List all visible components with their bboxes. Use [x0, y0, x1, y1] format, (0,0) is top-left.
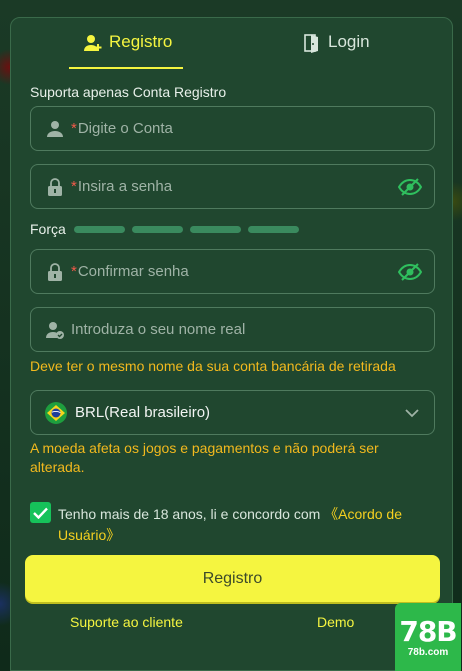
support-note: Suporta apenas Conta Registro [30, 84, 227, 100]
register-modal: Registro Login Suporta apenas Conta Regi… [10, 17, 453, 671]
real-name-hint: Deve ter o mesmo nome da sua conta bancá… [30, 358, 396, 374]
eye-off-icon[interactable] [397, 176, 423, 198]
active-tab-indicator [69, 67, 183, 69]
strength-segment [131, 225, 183, 233]
real-name-field[interactable]: Introduza o seu nome real [30, 307, 435, 352]
currency-select[interactable]: BRL(Real brasileiro) [30, 390, 435, 435]
watermark-domain: 78b.com [407, 646, 449, 658]
account-field[interactable]: * Digite o Conta [30, 106, 435, 151]
required-mark: * [71, 263, 77, 280]
tab-register[interactable]: Registro [83, 32, 172, 68]
tab-register-label: Registro [109, 32, 173, 51]
required-mark: * [71, 120, 77, 137]
strength-segment [189, 225, 241, 233]
password-strength: Força [30, 221, 306, 237]
agree-text: Tenho mais de 18 anos, li e concordo com… [58, 504, 438, 546]
lock-icon [45, 177, 65, 197]
strength-label: Força [30, 221, 66, 237]
currency-value: BRL(Real brasileiro) [75, 404, 211, 421]
brazil-flag-icon [45, 401, 67, 424]
check-icon [33, 507, 48, 519]
login-door-icon [304, 32, 322, 58]
strength-segment [73, 225, 125, 233]
real-name-placeholder: Introduza o seu nome real [71, 321, 246, 338]
confirm-password-field[interactable]: * Confirmar senha [30, 249, 435, 294]
register-button[interactable]: Registro [25, 555, 440, 602]
chevron-down-icon [404, 405, 420, 426]
currency-hint: A moeda afeta os jogos e pagamentos e nã… [30, 440, 379, 475]
required-mark: * [71, 178, 77, 195]
tab-bar: Registro Login [11, 18, 452, 70]
strength-segment [247, 225, 299, 233]
user-icon [45, 119, 65, 139]
account-placeholder: Digite o Conta [77, 120, 173, 137]
tab-login[interactable]: Login [304, 32, 370, 68]
demo-link[interactable]: Demo [317, 614, 354, 630]
eye-off-icon[interactable] [397, 261, 423, 283]
verified-user-icon [45, 320, 65, 340]
brand-watermark-logo: 78B 78b.com [395, 603, 461, 671]
password-placeholder: Insira a senha [77, 178, 173, 195]
password-field[interactable]: * Insira a senha [30, 164, 435, 209]
confirm-placeholder: Confirmar senha [77, 263, 189, 280]
agree-checkbox[interactable] [30, 502, 51, 523]
agree-statement: Tenho mais de 18 anos, li e concordo com [58, 506, 325, 522]
watermark-logo-text: 78B [399, 614, 457, 648]
tab-login-label: Login [328, 32, 370, 51]
lock-icon [45, 262, 65, 282]
customer-support-link[interactable]: Suporte ao cliente [70, 614, 183, 630]
add-user-icon [83, 32, 103, 58]
